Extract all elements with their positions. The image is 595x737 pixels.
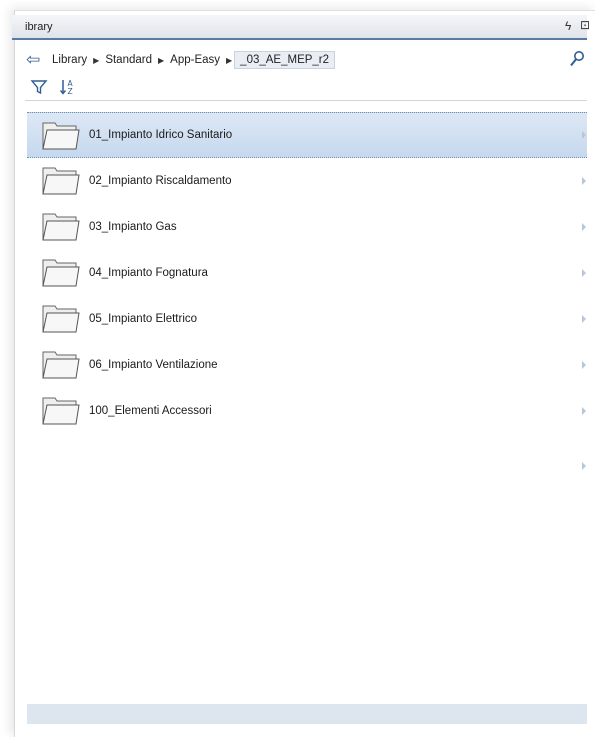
folder-icon [42, 305, 80, 333]
chevron-right-icon[interactable] [582, 407, 586, 415]
folder-label: 06_Impianto Ventilazione [89, 359, 218, 371]
breadcrumb-separator-icon[interactable]: ▶ [156, 56, 166, 65]
breadcrumb-separator-icon[interactable]: ▶ [224, 56, 234, 65]
arrow-back-icon[interactable]: ⇦ [26, 50, 48, 70]
toolbar: A Z [25, 74, 587, 101]
folder-icon [42, 351, 80, 379]
folder-row[interactable]: 06_Impianto Ventilazione [27, 342, 587, 388]
svg-text:Z: Z [68, 87, 73, 96]
folder-row[interactable]: 01_Impianto Idrico Sanitario [27, 112, 587, 158]
filter-icon[interactable] [30, 78, 48, 96]
folder-label: 05_Impianto Elettrico [89, 313, 198, 325]
folder-label: 100_Elementi Accessori [89, 405, 212, 417]
pin-icon[interactable]: ϟ [565, 19, 571, 33]
folder-row[interactable]: 02_Impianto Riscaldamento [27, 158, 587, 204]
folder-list: 01_Impianto Idrico Sanitario 02_Impianto… [27, 112, 587, 434]
folder-icon [42, 213, 80, 241]
folder-label: 01_Impianto Idrico Sanitario [89, 129, 233, 141]
chevron-right-icon[interactable] [582, 361, 586, 369]
folder-label: 02_Impianto Riscaldamento [89, 175, 232, 187]
chevron-right-icon[interactable] [582, 315, 586, 323]
chevron-right-icon[interactable] [582, 131, 586, 139]
chevron-right-icon[interactable] [582, 269, 586, 277]
search-icon[interactable] [569, 50, 585, 68]
folder-row[interactable]: 100_Elementi Accessori [27, 388, 587, 434]
folder-icon [42, 122, 80, 150]
folder-row[interactable]: 04_Impianto Fognatura [27, 250, 587, 296]
breadcrumb-item-app-easy[interactable]: App-Easy [166, 52, 224, 68]
chevron-right-icon[interactable] [582, 462, 586, 470]
folder-label: 04_Impianto Fognatura [89, 267, 208, 279]
folder-label: 03_Impianto Gas [89, 221, 177, 233]
sort-az-icon[interactable]: A Z [59, 78, 77, 96]
folder-icon [42, 397, 80, 425]
panel-title: ibrary [25, 21, 53, 33]
breadcrumb-item-standard[interactable]: Standard [101, 52, 156, 68]
breadcrumb-item-current[interactable]: _03_AE_MEP_r2 [234, 51, 336, 69]
breadcrumb-item-library[interactable]: Library [48, 52, 91, 68]
chevron-right-icon[interactable] [582, 177, 586, 185]
undock-icon[interactable]: ⊡ [580, 18, 590, 32]
folder-row[interactable]: 03_Impianto Gas [27, 204, 587, 250]
breadcrumb-separator-icon[interactable]: ▶ [91, 56, 101, 65]
folder-row[interactable]: 05_Impianto Elettrico [27, 296, 587, 342]
panel-titlebar: ibrary ϟ ⊡ [12, 15, 590, 40]
status-bar [27, 704, 587, 724]
breadcrumb: ⇦ Library ▶ Standard ▶ App-Easy ▶ _03_AE… [25, 47, 587, 73]
folder-icon [42, 167, 80, 195]
folder-icon [42, 259, 80, 287]
chevron-right-icon[interactable] [582, 223, 586, 231]
